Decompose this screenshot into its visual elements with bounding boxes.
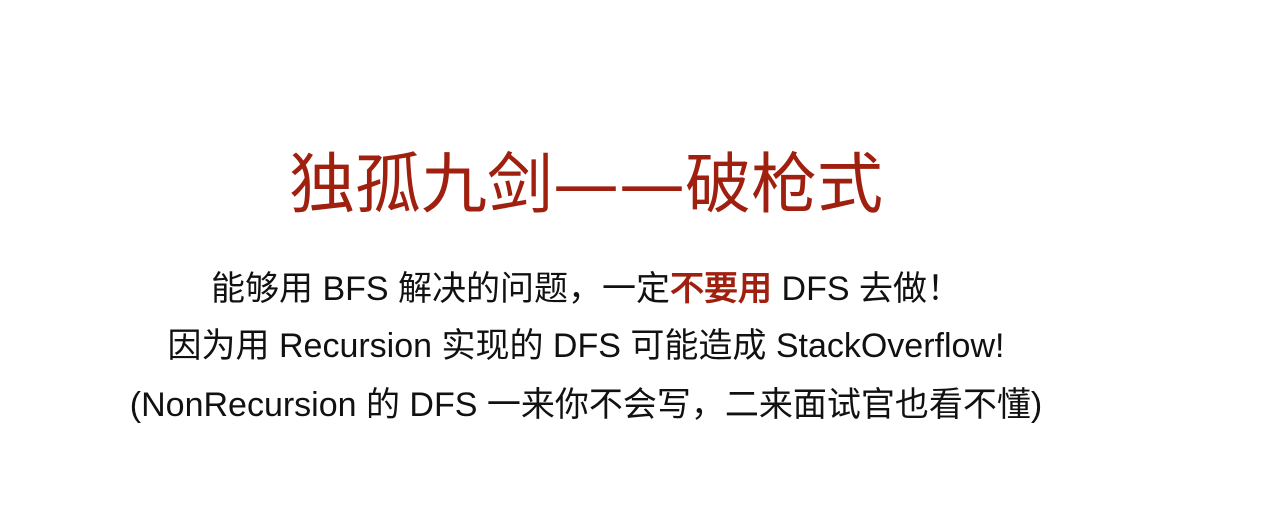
body-line-1-before: 能够用 BFS 解决的问题，一定 xyxy=(211,270,671,308)
emphasis-text: 不要用 xyxy=(670,270,773,308)
body-line-3: (NonRecursion 的 DFS 一来你不会写，二来面试官也看不懂) xyxy=(129,386,1043,424)
body-line-2: 因为用 Recursion 实现的 DFS 可能造成 StackOverflow… xyxy=(167,327,1005,365)
body-line-1: 能够用 BFS 解决的问题，一定不要用 DFS 去做！ xyxy=(0,266,1172,312)
body-line-1-after: DFS 去做！ xyxy=(772,270,961,308)
slide: 独孤九剑——破枪式 能够用 BFS 解决的问题，一定不要用 DFS 去做！ 因为… xyxy=(0,0,1268,532)
slide-title: 独孤九剑——破枪式 xyxy=(289,146,883,223)
